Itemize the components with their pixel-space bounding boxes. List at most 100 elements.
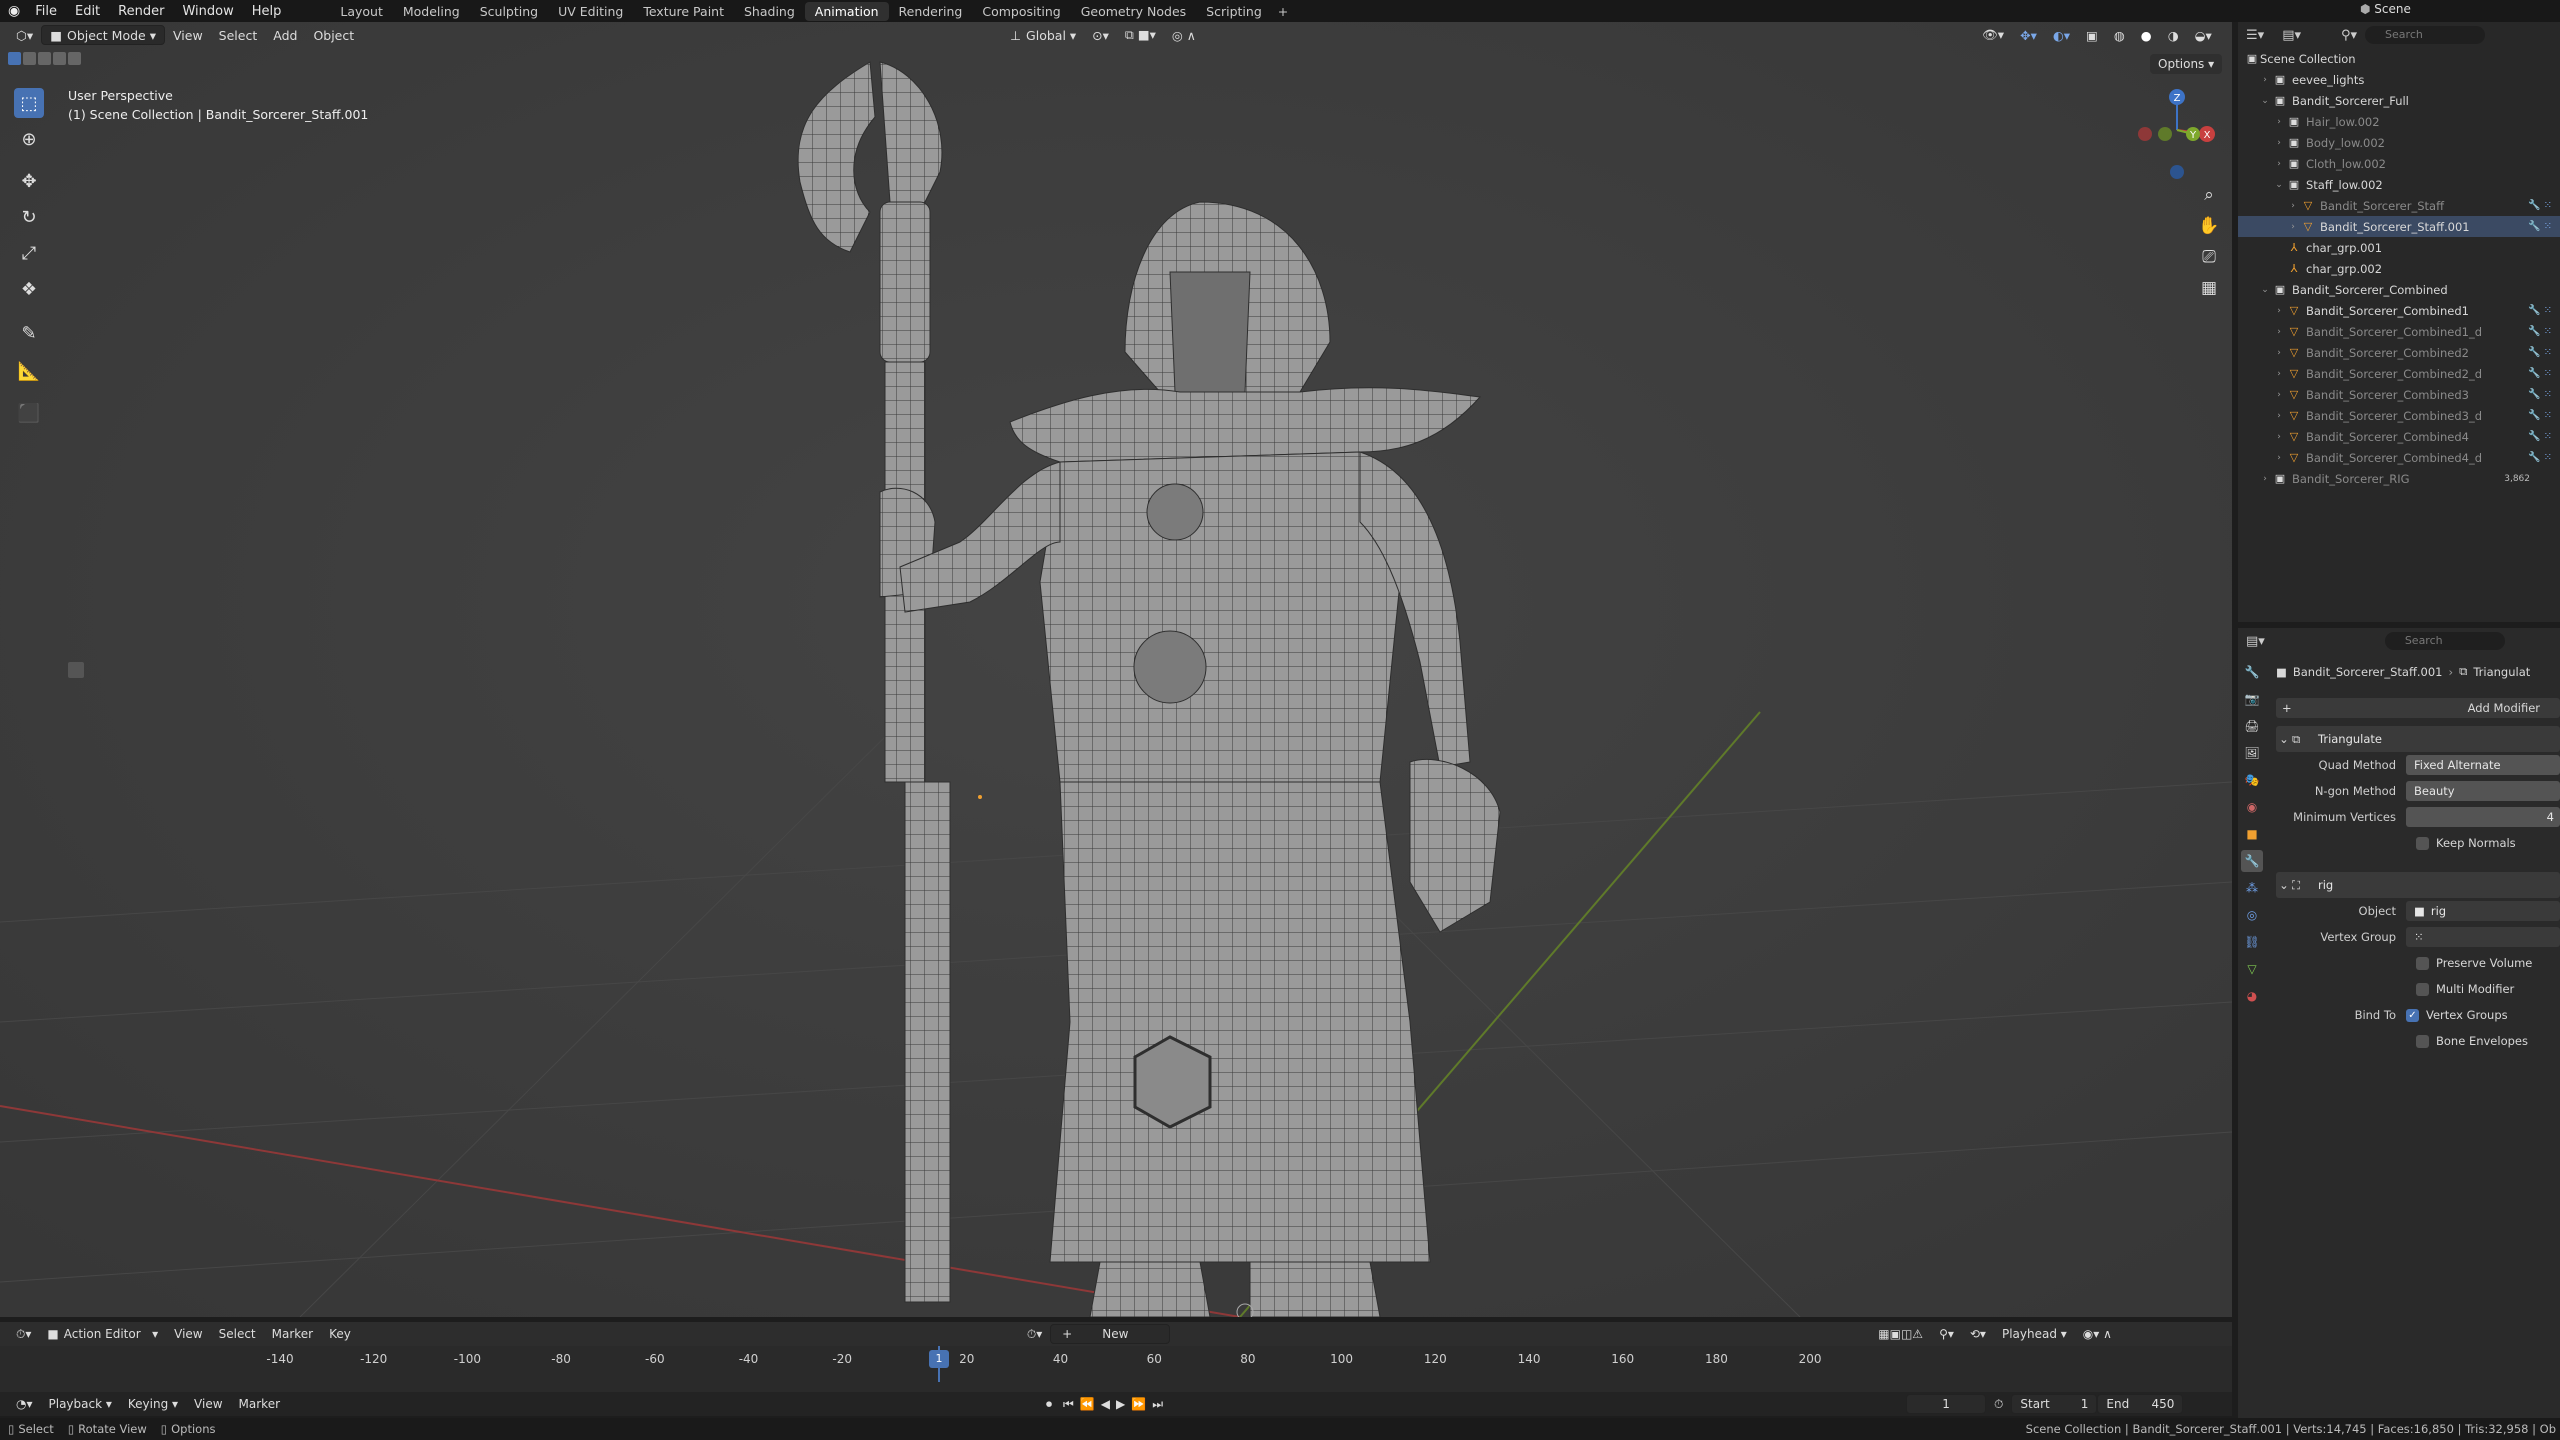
outliner-row[interactable]: ⌄ ▣ Bandit_Sorcerer_Combined: [2238, 279, 2560, 300]
menu-edit[interactable]: Edit: [66, 4, 109, 19]
mode-dropdown[interactable]: ■ Object Mode ▾: [41, 25, 165, 45]
scene-tab-icon[interactable]: 🎭: [2241, 769, 2263, 791]
playback-menu[interactable]: Playback ▾: [41, 1394, 120, 1414]
tab-scripting[interactable]: Scripting: [1196, 2, 1272, 21]
prev-keyframe-icon[interactable]: ⏪: [1077, 1394, 1098, 1414]
tl-filter-icon[interactable]: ⚲▾: [1931, 1324, 1962, 1344]
tab-texture-paint[interactable]: Texture Paint: [633, 2, 734, 21]
end-frame-field[interactable]: End 450: [2097, 1394, 2184, 1414]
keying-menu[interactable]: Keying ▾: [120, 1394, 186, 1414]
menu-select[interactable]: Select: [211, 25, 266, 45]
collapsed-chevron-icon[interactable]: ›: [2272, 159, 2286, 169]
tab-layout[interactable]: Layout: [330, 2, 393, 21]
collapsed-chevron-icon[interactable]: ›: [2258, 75, 2272, 85]
record-icon[interactable]: ⏺: [1038, 1394, 1060, 1414]
pan-hand-icon[interactable]: ✋: [2195, 211, 2223, 242]
tab-rendering[interactable]: Rendering: [889, 2, 973, 21]
xray-icon[interactable]: ▣: [2078, 25, 2106, 45]
add-modifier-button[interactable]: + Add Modifier: [2276, 698, 2560, 718]
current-frame-marker[interactable]: 1: [929, 1350, 949, 1368]
collapsed-chevron-icon[interactable]: ›: [2272, 327, 2286, 337]
properties-search[interactable]: Search: [2384, 632, 2505, 650]
triangulate-name-field[interactable]: Triangulate: [2310, 729, 2546, 749]
play-icon[interactable]: ▶: [1113, 1394, 1128, 1414]
annotate-tool-icon[interactable]: ✎: [14, 318, 44, 348]
next-keyframe-icon[interactable]: ⏩: [1128, 1394, 1149, 1414]
select-box-tool-icon[interactable]: ⬚: [14, 88, 44, 118]
select-extend-icon[interactable]: [23, 52, 36, 65]
playbar-editor-icon[interactable]: ◔▾: [8, 1394, 41, 1414]
tl-menu-marker[interactable]: Marker: [264, 1324, 321, 1344]
tab-uv-editing[interactable]: UV Editing: [548, 2, 633, 21]
menu-file[interactable]: File: [26, 4, 66, 19]
tab-modeling[interactable]: Modeling: [393, 2, 470, 21]
object-field[interactable]: ■ rig: [2406, 901, 2560, 921]
menu-window[interactable]: Window: [173, 4, 242, 19]
visibility-icon[interactable]: 👁▾: [1974, 25, 2012, 45]
outliner-row[interactable]: ⌄ ▣ Staff_low.002: [2238, 174, 2560, 195]
action-editor-dropdown[interactable]: ■ Action Editor ▾: [39, 1324, 166, 1344]
keep-normals-checkbox[interactable]: [2416, 836, 2429, 850]
collapsed-chevron-icon[interactable]: ›: [2272, 348, 2286, 358]
options-button[interactable]: Options ▾: [2150, 54, 2223, 74]
render-tab-icon[interactable]: 📷: [2241, 688, 2263, 710]
outliner-root[interactable]: ▣ Scene Collection: [2238, 48, 2560, 69]
transform-orientation-dropdown[interactable]: ⊥ Global ▾: [1002, 25, 1084, 45]
modifier-tab-icon[interactable]: 🔧: [2241, 850, 2263, 872]
expanded-chevron-icon[interactable]: ⌄: [2258, 96, 2272, 106]
editor-type-icon[interactable]: ⬡▾: [8, 25, 41, 45]
outliner-row[interactable]: › ▽ Bandit_Sorcerer_Staff.001 🔧 ⁙: [2238, 216, 2560, 237]
outliner-row[interactable]: › ▣ Body_low.002: [2238, 132, 2560, 153]
row-modifier-icons[interactable]: 🔧 ⁙: [2528, 431, 2560, 442]
outliner-row[interactable]: › ▣ eevee_lights: [2238, 69, 2560, 90]
rendered-shading-icon[interactable]: ◒▾: [2187, 25, 2220, 45]
row-modifier-icons[interactable]: 🔧 ⁙: [2528, 347, 2560, 358]
gizmo-toggle-icon[interactable]: ✥▾: [2012, 25, 2045, 45]
expanded-chevron-icon[interactable]: ⌄: [2272, 180, 2286, 190]
solid-shading-icon[interactable]: ●: [2133, 25, 2160, 45]
proportional-edit-icon[interactable]: ◎ ∧: [1164, 25, 1204, 45]
material-tab-icon[interactable]: ◕: [2241, 985, 2263, 1007]
display-mode-icon[interactable]: ▤▾: [2282, 28, 2301, 43]
tab-animation[interactable]: Animation: [804, 1, 889, 21]
expanded-chevron-icon[interactable]: ⌄: [2258, 285, 2272, 295]
view-layer-tab-icon[interactable]: 🖼: [2241, 742, 2263, 764]
gizmo-neg-z-icon[interactable]: [2170, 165, 2184, 179]
quad-method-dropdown[interactable]: Fixed Alternate: [2406, 755, 2560, 775]
outliner-row[interactable]: › ▽ Bandit_Sorcerer_Combined1 🔧 ⁙: [2238, 300, 2560, 321]
play-reverse-icon[interactable]: ◀: [1098, 1394, 1113, 1414]
rotate-tool-icon[interactable]: ↻: [14, 202, 44, 232]
collapsed-chevron-icon[interactable]: ›: [2272, 138, 2286, 148]
tl-menu-key[interactable]: Key: [321, 1324, 359, 1344]
menu-add[interactable]: Add: [265, 25, 305, 45]
tl-snap-icon[interactable]: ◉▾ ∧: [2075, 1324, 2120, 1344]
pb-view-menu[interactable]: View: [186, 1394, 230, 1414]
collapse-chevron-icon[interactable]: ⌄: [2276, 878, 2292, 892]
ngon-method-dropdown[interactable]: Beauty: [2406, 781, 2560, 801]
tab-shading[interactable]: Shading: [734, 2, 805, 21]
row-modifier-icons[interactable]: 🔧 ⁙: [2528, 200, 2560, 211]
add-workspace-icon[interactable]: +: [1272, 4, 1294, 19]
collapsed-chevron-icon[interactable]: ›: [2272, 411, 2286, 421]
particles-tab-icon[interactable]: ⁂: [2241, 877, 2263, 899]
snap-icon[interactable]: ⧉ ■▾: [1117, 25, 1164, 45]
outliner-row[interactable]: ⅄ char_grp.001: [2238, 237, 2560, 258]
armature-name-field[interactable]: rig: [2310, 875, 2546, 895]
material-shading-icon[interactable]: ◑: [2160, 25, 2187, 45]
menu-render[interactable]: Render: [109, 4, 173, 19]
transform-tool-icon[interactable]: ❖: [14, 274, 44, 304]
output-tab-icon[interactable]: 🖨: [2241, 715, 2263, 737]
current-frame-field[interactable]: 1: [1906, 1394, 1987, 1414]
gizmo-neg-x-icon[interactable]: [2138, 127, 2152, 141]
multi-modifier-checkbox[interactable]: [2416, 982, 2429, 996]
collapsed-chevron-icon[interactable]: ›: [2272, 390, 2286, 400]
start-frame-field[interactable]: Start 1: [2011, 1394, 2098, 1414]
collapsed-chevron-icon[interactable]: ›: [2272, 432, 2286, 442]
row-modifier-icons[interactable]: 🔧 ⁙: [2528, 410, 2560, 421]
pb-marker-menu[interactable]: Marker: [231, 1394, 288, 1414]
data-tab-icon[interactable]: ▽: [2241, 958, 2263, 980]
ortho-grid-icon[interactable]: ▦: [2195, 273, 2223, 304]
navigation-gizmo[interactable]: Z X Y: [2135, 82, 2225, 182]
preserve-volume-checkbox[interactable]: [2416, 956, 2429, 970]
select-new-icon[interactable]: [8, 52, 21, 65]
